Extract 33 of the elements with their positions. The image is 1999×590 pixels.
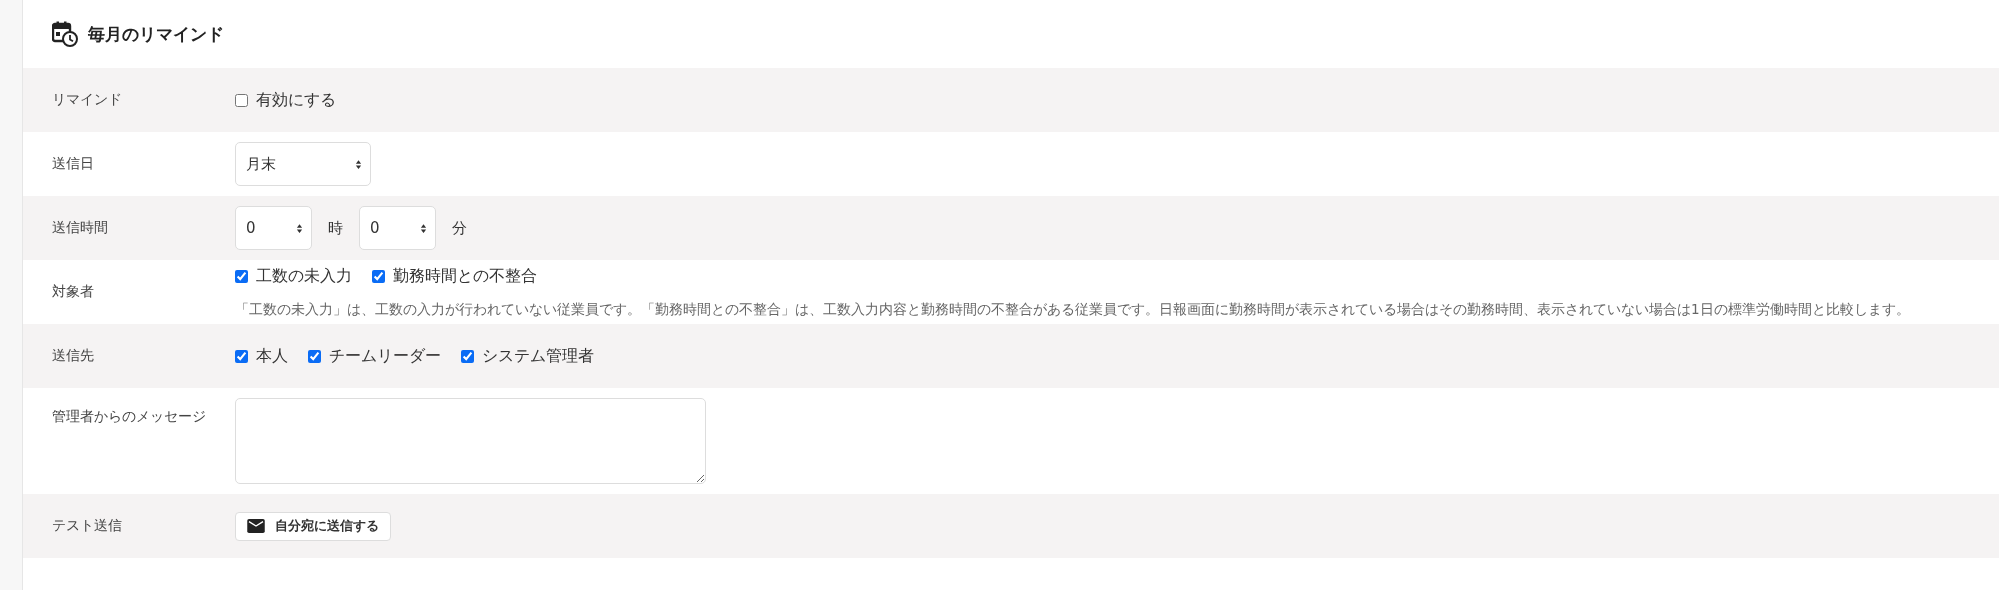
select-dropdown[interactable]: 0 (359, 206, 436, 250)
unit-label: 分 (452, 218, 467, 238)
calendar-clock-icon (52, 21, 78, 47)
section-title: 毎月のリマインド (88, 22, 224, 46)
field-label: 対象者 (52, 283, 95, 301)
sort-arrows-icon (420, 222, 427, 234)
field-label: 送信日 (52, 155, 95, 173)
mail-icon (247, 519, 265, 533)
checkbox-label: 有効にする (256, 89, 336, 111)
sort-arrows-icon (355, 158, 362, 170)
send-test-button[interactable]: 自分宛に送信する (235, 511, 391, 541)
field-label: 管理者からのメッセージ (52, 408, 207, 426)
checkbox-label: 本人 (256, 345, 288, 367)
select-dropdown[interactable]: 0 (235, 206, 312, 250)
field-label: リマインド (52, 91, 123, 109)
checkbox[interactable] (235, 93, 248, 107)
checkbox-label: チームリーダー (329, 345, 441, 367)
checkbox-label: システム管理者 (482, 345, 594, 367)
checkbox-label: 勤務時間との不整合 (393, 265, 537, 287)
sort-arrows-icon (296, 222, 303, 234)
field-label: テスト送信 (52, 517, 123, 535)
select-dropdown[interactable]: 月末 (235, 142, 371, 186)
field-label: 送信時間 (52, 219, 109, 237)
unit-label: 時 (328, 218, 343, 238)
checkbox-label: 工数の未入力 (256, 265, 352, 287)
help-text: 「工数の未入力」は、工数の入力が行われていない従業員です。「勤務時間との不整合」は、工数入力内容と勤務時間の不整合がある従業員です。日報画面に勤務時間が表示されている場合はその勤務時間、表示されていない場合は1日の標準労働時間と比較します。 (235, 300, 1910, 319)
checkbox[interactable] (235, 269, 248, 283)
checkbox[interactable] (372, 269, 385, 283)
checkbox[interactable] (461, 349, 474, 363)
checkbox[interactable] (308, 349, 321, 363)
field-label: 送信先 (52, 347, 95, 365)
message-field[interactable] (235, 398, 706, 484)
checkbox[interactable] (235, 349, 248, 363)
